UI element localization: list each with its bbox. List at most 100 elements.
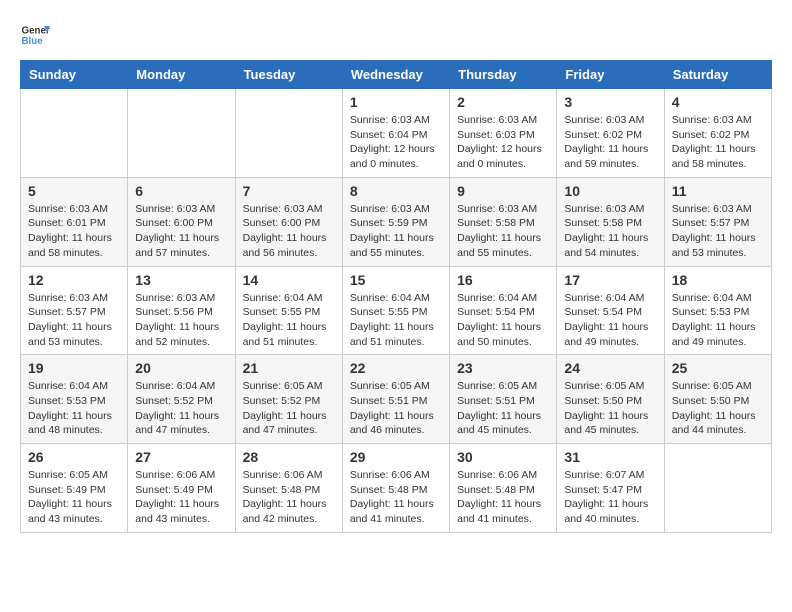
day-info: Sunrise: 6:03 AMSunset: 6:02 PMDaylight:… (672, 113, 764, 172)
calendar-cell: 25 Sunrise: 6:05 AMSunset: 5:50 PMDayligh… (664, 355, 771, 444)
weekday-thursday: Thursday (450, 61, 557, 89)
calendar-cell: 3Sunrise: 6:03 AMSunset: 6:02 PMDaylight… (557, 89, 664, 178)
day-number: 26 (28, 449, 120, 465)
day-number: 21 (243, 360, 335, 376)
calendar-cell: 8 Sunrise: 6:03 AMSunset: 5:59 PMDaylight… (342, 177, 449, 266)
day-info: Sunrise: 6:04 AMSunset: 5:55 PMDaylight:… (243, 291, 335, 350)
calendar-week-0: 1Sunrise: 6:03 AMSunset: 6:04 PMDaylight… (21, 89, 772, 178)
day-number: 6 (135, 183, 227, 199)
day-number: 25 (672, 360, 764, 376)
weekday-header-row: SundayMondayTuesdayWednesdayThursdayFrid… (21, 61, 772, 89)
day-number: 16 (457, 272, 549, 288)
day-number: 20 (135, 360, 227, 376)
day-info: Sunrise: 6:03 AMSunset: 6:00 PMDaylight:… (243, 202, 335, 261)
logo-icon: General Blue (20, 20, 50, 50)
day-number: 11 (672, 183, 764, 199)
day-number: 28 (243, 449, 335, 465)
day-info: Sunrise: 6:06 AMSunset: 5:48 PMDaylight:… (243, 468, 335, 527)
day-number: 17 (564, 272, 656, 288)
weekday-monday: Monday (128, 61, 235, 89)
day-info: Sunrise: 6:07 AMSunset: 5:47 PMDaylight:… (564, 468, 656, 527)
day-info: Sunrise: 6:03 AMSunset: 5:58 PMDaylight:… (457, 202, 549, 261)
calendar-cell: 5Sunrise: 6:03 AMSunset: 6:01 PMDaylight… (21, 177, 128, 266)
day-number: 9 (457, 183, 549, 199)
calendar-cell: 13 Sunrise: 6:03 AMSunset: 5:56 PMDayligh… (128, 266, 235, 355)
day-number: 30 (457, 449, 549, 465)
day-number: 5 (28, 183, 120, 199)
calendar-cell: 27 Sunrise: 6:06 AMSunset: 5:49 PMDayligh… (128, 444, 235, 533)
calendar-cell: 10Sunrise: 6:03 AMSunset: 5:58 PMDayligh… (557, 177, 664, 266)
day-info: Sunrise: 6:03 AMSunset: 6:03 PMDaylight:… (457, 113, 549, 172)
day-info: Sunrise: 6:04 AMSunset: 5:54 PMDaylight:… (457, 291, 549, 350)
day-number: 10 (564, 183, 656, 199)
day-info: Sunrise: 6:05 AMSunset: 5:50 PMDaylight:… (564, 379, 656, 438)
weekday-tuesday: Tuesday (235, 61, 342, 89)
calendar-cell: 9 Sunrise: 6:03 AMSunset: 5:58 PMDaylight… (450, 177, 557, 266)
day-number: 4 (672, 94, 764, 110)
calendar-cell: 29 Sunrise: 6:06 AMSunset: 5:48 PMDayligh… (342, 444, 449, 533)
day-number: 2 (457, 94, 549, 110)
day-info: Sunrise: 6:06 AMSunset: 5:49 PMDaylight:… (135, 468, 227, 527)
calendar-cell: 11 Sunrise: 6:03 AMSunset: 5:57 PMDayligh… (664, 177, 771, 266)
calendar-cell: 16 Sunrise: 6:04 AMSunset: 5:54 PMDayligh… (450, 266, 557, 355)
calendar-cell: 6 Sunrise: 6:03 AMSunset: 6:00 PMDaylight… (128, 177, 235, 266)
day-info: Sunrise: 6:05 AMSunset: 5:51 PMDaylight:… (350, 379, 442, 438)
logo: General Blue (20, 20, 50, 50)
calendar-table: SundayMondayTuesdayWednesdayThursdayFrid… (20, 60, 772, 533)
day-info: Sunrise: 6:03 AMSunset: 5:59 PMDaylight:… (350, 202, 442, 261)
day-info: Sunrise: 6:03 AMSunset: 6:00 PMDaylight:… (135, 202, 227, 261)
calendar-cell: 28 Sunrise: 6:06 AMSunset: 5:48 PMDayligh… (235, 444, 342, 533)
calendar-week-4: 26 Sunrise: 6:05 AMSunset: 5:49 PMDayligh… (21, 444, 772, 533)
day-info: Sunrise: 6:04 AMSunset: 5:54 PMDaylight:… (564, 291, 656, 350)
day-number: 23 (457, 360, 549, 376)
day-info: Sunrise: 6:05 AMSunset: 5:52 PMDaylight:… (243, 379, 335, 438)
day-info: Sunrise: 6:05 AMSunset: 5:49 PMDaylight:… (28, 468, 120, 527)
calendar-cell: 19 Sunrise: 6:04 AMSunset: 5:53 PMDayligh… (21, 355, 128, 444)
day-info: Sunrise: 6:04 AMSunset: 5:53 PMDaylight:… (672, 291, 764, 350)
calendar-cell: 26 Sunrise: 6:05 AMSunset: 5:49 PMDayligh… (21, 444, 128, 533)
calendar-cell: 1Sunrise: 6:03 AMSunset: 6:04 PMDaylight… (342, 89, 449, 178)
day-number: 14 (243, 272, 335, 288)
day-number: 22 (350, 360, 442, 376)
day-number: 12 (28, 272, 120, 288)
day-number: 1 (350, 94, 442, 110)
day-number: 27 (135, 449, 227, 465)
day-info: Sunrise: 6:03 AMSunset: 5:56 PMDaylight:… (135, 291, 227, 350)
day-number: 31 (564, 449, 656, 465)
calendar-week-2: 12 Sunrise: 6:03 AMSunset: 5:57 PMDayligh… (21, 266, 772, 355)
day-info: Sunrise: 6:04 AMSunset: 5:52 PMDaylight:… (135, 379, 227, 438)
day-info: Sunrise: 6:06 AMSunset: 5:48 PMDaylight:… (350, 468, 442, 527)
weekday-friday: Friday (557, 61, 664, 89)
day-number: 15 (350, 272, 442, 288)
calendar-cell: 30Sunrise: 6:06 AMSunset: 5:48 PMDayligh… (450, 444, 557, 533)
day-number: 29 (350, 449, 442, 465)
weekday-sunday: Sunday (21, 61, 128, 89)
day-info: Sunrise: 6:03 AMSunset: 5:57 PMDaylight:… (672, 202, 764, 261)
day-info: Sunrise: 6:05 AMSunset: 5:50 PMDaylight:… (672, 379, 764, 438)
day-number: 19 (28, 360, 120, 376)
weekday-wednesday: Wednesday (342, 61, 449, 89)
calendar-cell: 14 Sunrise: 6:04 AMSunset: 5:55 PMDayligh… (235, 266, 342, 355)
calendar-cell: 21 Sunrise: 6:05 AMSunset: 5:52 PMDayligh… (235, 355, 342, 444)
day-info: Sunrise: 6:03 AMSunset: 5:57 PMDaylight:… (28, 291, 120, 350)
weekday-saturday: Saturday (664, 61, 771, 89)
day-number: 24 (564, 360, 656, 376)
day-number: 7 (243, 183, 335, 199)
calendar-cell: 4 Sunrise: 6:03 AMSunset: 6:02 PMDaylight… (664, 89, 771, 178)
calendar-cell (235, 89, 342, 178)
calendar-body: 1Sunrise: 6:03 AMSunset: 6:04 PMDaylight… (21, 89, 772, 533)
calendar-cell: 31 Sunrise: 6:07 AMSunset: 5:47 PMDayligh… (557, 444, 664, 533)
day-number: 18 (672, 272, 764, 288)
calendar-cell (664, 444, 771, 533)
calendar-cell: 18 Sunrise: 6:04 AMSunset: 5:53 PMDayligh… (664, 266, 771, 355)
calendar-cell: 2 Sunrise: 6:03 AMSunset: 6:03 PMDaylight… (450, 89, 557, 178)
calendar-cell: 17 Sunrise: 6:04 AMSunset: 5:54 PMDayligh… (557, 266, 664, 355)
svg-text:Blue: Blue (22, 36, 44, 47)
calendar-cell: 22 Sunrise: 6:05 AMSunset: 5:51 PMDayligh… (342, 355, 449, 444)
calendar-cell: 7 Sunrise: 6:03 AMSunset: 6:00 PMDaylight… (235, 177, 342, 266)
day-number: 8 (350, 183, 442, 199)
calendar-cell: 20 Sunrise: 6:04 AMSunset: 5:52 PMDayligh… (128, 355, 235, 444)
day-number: 13 (135, 272, 227, 288)
calendar-cell (21, 89, 128, 178)
day-info: Sunrise: 6:04 AMSunset: 5:53 PMDaylight:… (28, 379, 120, 438)
